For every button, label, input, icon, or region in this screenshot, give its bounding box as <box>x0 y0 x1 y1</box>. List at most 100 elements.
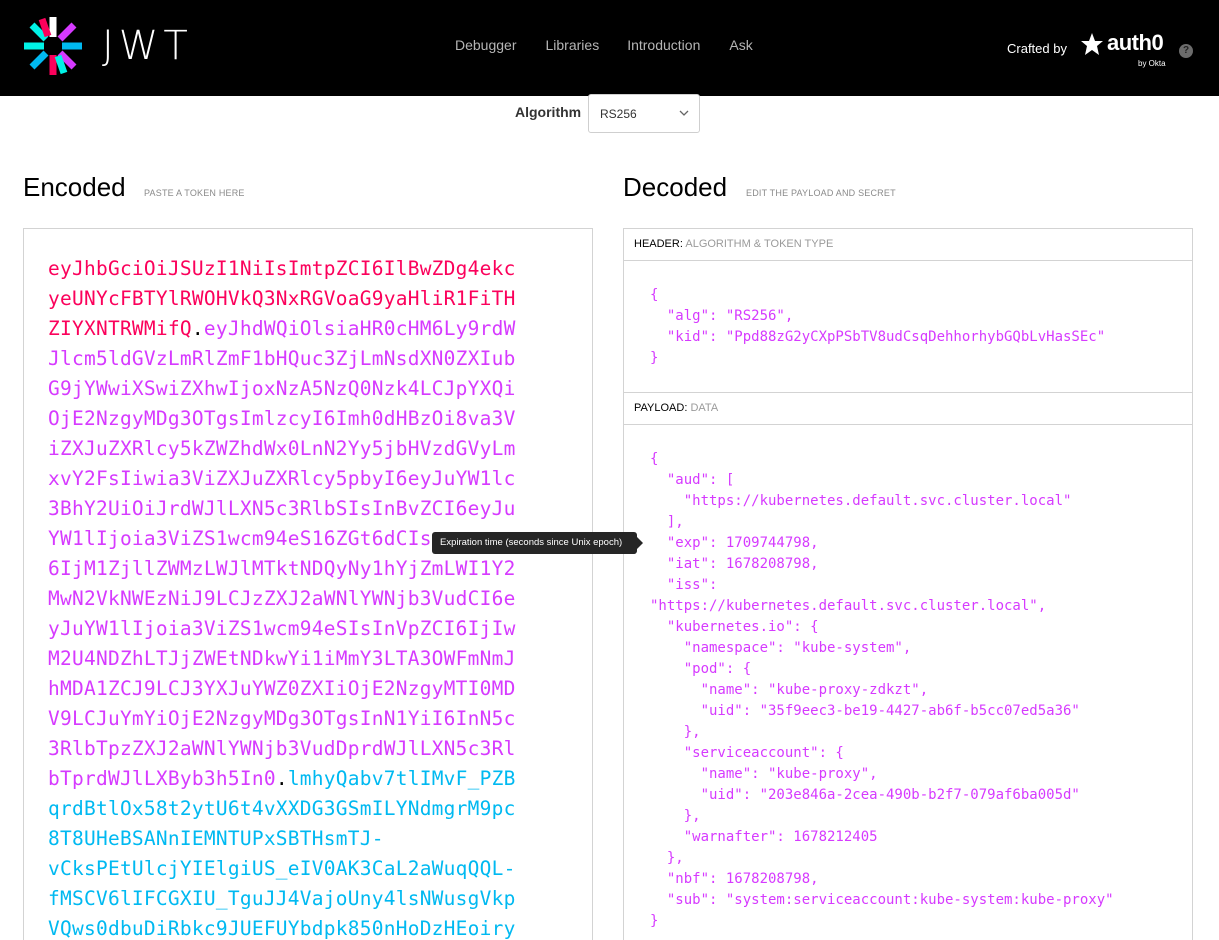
token-header-part: yeUNYcFBTYlRWOHVkQ3NxRGVoaG9yaHliR1FiTH <box>48 287 516 310</box>
encoded-line: xvY2FsIiwia3ViZXJuZXRlcy5pbyI6eyJuYW1lc <box>48 467 516 490</box>
json-line: "serviceaccount": { <box>650 745 844 761</box>
json-line: "uid": "35f9eec3-be19-4427-ab6f-b5cc07ed… <box>650 703 1080 719</box>
json-line: "nbf": 1678208798, <box>650 871 819 887</box>
chevron-down-icon <box>679 110 689 116</box>
decoded-title: Decoded <box>623 172 728 202</box>
nav-debugger[interactable]: Debugger <box>455 37 517 53</box>
json-line: }, <box>650 724 701 740</box>
nav-introduction[interactable]: Introduction <box>627 37 700 53</box>
json-line: } <box>650 350 659 366</box>
encoded-line: M2U4NDZhLTJjZWEtNDkwYi1iMmY3LTA3OWFmNmJ <box>48 647 516 670</box>
encoded-line: qrdBtlOx58t2ytU6t4vXXDG3GSmILYNdmgrM9pc <box>48 797 516 820</box>
encoded-subtitle: PASTE A TOKEN HERE <box>144 188 245 198</box>
json-line: "name": "kube-proxy", <box>650 766 878 782</box>
decoded-panel: HEADER: ALGORITHM & TOKEN TYPE { "alg": … <box>623 228 1193 940</box>
encoded-line: V9LCJuYmYiOjE2NzgyMDg3OTgsInN1YiI6InN5c <box>48 707 516 730</box>
encoded-line: fMSCV6lIFCGXIU_TguJJ4VajoUny4lsNWusgVkp <box>48 887 516 910</box>
json-line: "name": "kube-proxy-zdkzt", <box>650 682 929 698</box>
tooltip-arrow <box>637 537 643 549</box>
token-payload-part: OjE2NzgyMDg3OTgsImlzcyI6Imh0dHBzOi8va3V <box>48 407 516 430</box>
token-header-part: ZIYXNTRWMifQ <box>48 317 192 340</box>
exp-tooltip: Expiration time (seconds since Unix epoc… <box>432 532 637 554</box>
encoded-line: OjE2NzgyMDg3OTgsImlzcyI6Imh0dHBzOi8va3V <box>48 407 516 430</box>
encoded-line: ZIYXNTRWMifQ.eyJhdWQiOlsiaHR0cHM6Ly9rdW <box>48 317 516 340</box>
token-payload-part: eyJhdWQiOlsiaHR0cHM6Ly9rdW <box>203 317 516 340</box>
jwt-logo[interactable]: JWT <box>22 15 193 77</box>
token-payload-part: xvY2FsIiwia3ViZXJuZXRlcy5pbyI6eyJuYW1lc <box>48 467 516 490</box>
token-payload-part: iZXJuZXRlcy5kZWZhdWx0LnN2Yy5jbHVzdGVyLm <box>48 437 516 460</box>
json-line: "aud": [ <box>650 472 735 488</box>
nav-libraries[interactable]: Libraries <box>546 37 600 53</box>
token-payload-part: M2U4NDZhLTJjZWEtNDkwYi1iMmY3LTA3OWFmNmJ <box>48 647 516 670</box>
algorithm-select[interactable]: RS256 <box>588 94 700 133</box>
header-section-sub: ALGORITHM & TOKEN TYPE <box>685 238 834 250</box>
payload-section-sub: DATA <box>690 402 719 414</box>
crafted-by-label: Crafted by <box>1007 41 1067 56</box>
encoded-line: 8T8UHeBSANnIEMNTUPxSBTHsmTJ- <box>48 827 384 850</box>
json-line: "iat": 1678208798, <box>650 556 819 572</box>
encoded-line: yJuYW1lIjoia3ViZS1wcm94eSIsInVpZCI6IjIw <box>48 617 516 640</box>
token-payload-part: G9jYWwiXSwiZXhwIjoxNzA5NzQ0Nzk4LCJpYXQi <box>48 377 516 400</box>
auth0-wordmark: auth0 <box>1107 30 1164 55</box>
json-line: { <box>650 451 659 467</box>
encoded-line: 3BhY2UiOiJrdWJlLXN5c3RlbSIsInBvZCI6eyJu <box>48 497 516 520</box>
token-signature-part: fMSCV6lIFCGXIU_TguJJ4VajoUny4lsNWusgVkp <box>48 887 516 910</box>
payload-section-key: PAYLOAD: <box>634 402 688 414</box>
token-payload-part: 3RlbTpzZXJ2aWNlYWNjb3VudDprdWJlLXN5c3Rl <box>48 737 516 760</box>
encoded-token-editor[interactable]: eyJhbGciOiJSUzI1NiIsImtpZCI6IlBwZDg4ekc y… <box>23 228 593 940</box>
json-line: "kubernetes.io": { <box>650 619 819 635</box>
token-payload-part: 3BhY2UiOiJrdWJlLXN5c3RlbSIsInBvZCI6eyJu <box>48 497 516 520</box>
json-line: "iss": <box>650 577 718 593</box>
json-line: "https://kubernetes.default.svc.cluster.… <box>650 493 1072 509</box>
header-section-key: HEADER: <box>634 238 683 250</box>
json-line: "sub": "system:serviceaccount:kube-syste… <box>650 892 1114 908</box>
payload-section-title: PAYLOAD: DATA <box>624 393 1192 425</box>
token-payload-part: MwN2VkNWEzNiJ9LCJzZXJ2aWNlYWNjb3VudCI6e <box>48 587 516 610</box>
token-separator: . <box>275 767 288 790</box>
algorithm-label: Algorithm <box>515 104 582 120</box>
jwt-logo-icon <box>24 17 82 75</box>
json-line: }, <box>650 850 684 866</box>
token-signature-part: lmhyQabv7tlIMvF_PZB <box>287 767 516 790</box>
help-icon[interactable]: ? <box>1179 44 1193 58</box>
json-line: "warnafter": 1678212405 <box>650 829 878 845</box>
json-line: "kid": "Ppd88zG2yCXpPSbTV8udCsqDehhorhyb… <box>650 329 1106 345</box>
token-header-part: eyJhbGciOiJSUzI1NiIsImtpZCI6IlBwZDg4ekc <box>48 257 516 280</box>
auth0-shield-icon <box>1081 33 1103 55</box>
json-line: "alg": "RS256", <box>650 308 794 324</box>
json-line: "https://kubernetes.default.svc.cluster.… <box>650 598 1047 614</box>
encoded-line: eyJhbGciOiJSUzI1NiIsImtpZCI6IlBwZDg4ekc <box>48 257 516 280</box>
token-payload-part: hMDA1ZCJ9LCJ3YXJuYWZ0ZXIiOjE2NzgyMTI0MD <box>48 677 516 700</box>
nav-ask[interactable]: Ask <box>729 37 752 53</box>
token-separator: . <box>191 317 204 340</box>
encoded-line: YW1lIjoia3ViZS1wcm94eS16ZGt6dCIs <box>48 527 432 550</box>
json-line: } <box>650 913 659 929</box>
json-line: "namespace": "kube-system", <box>650 640 912 656</box>
token-payload-part: V9LCJuYmYiOjE2NzgyMDg3OTgsInN1YiI6InN5c <box>48 707 516 730</box>
encoded-line: Jlcm5ldGVzLmRlZmF1bHQuc3ZjLmNsdXN0ZXIub <box>48 347 516 370</box>
json-line: }, <box>650 808 701 824</box>
token-payload-part: bTprdWJlLXByb3h5In0 <box>48 767 276 790</box>
json-line: "uid": "203e846a-2cea-490b-b2f7-079af6ba… <box>650 787 1080 803</box>
token-payload-part: YW1lIjoia3ViZS1wcm94eS16ZGt6dCIs <box>48 527 432 550</box>
okta-label: by Okta <box>1138 59 1166 68</box>
token-payload-part: Jlcm5ldGVzLmRlZmF1bHQuc3ZjLmNsdXN0ZXIub <box>48 347 516 370</box>
token-signature-part: 8T8UHeBSANnIEMNTUPxSBTHsmTJ- <box>48 827 384 850</box>
token-payload-part: yJuYW1lIjoia3ViZS1wcm94eSIsInVpZCI6IjIw <box>48 617 516 640</box>
encoded-line: hMDA1ZCJ9LCJ3YXJuYWZ0ZXIiOjE2NzgyMTI0MD <box>48 677 516 700</box>
token-signature-part: VQws0dbuDiRbkc9JUEFUYbdpk850nHoDzHEoiry <box>48 917 516 940</box>
logo-text: JWT <box>102 23 193 69</box>
json-line: { <box>650 287 659 303</box>
encoded-line: G9jYWwiXSwiZXhwIjoxNzA5NzQ0Nzk4LCJpYXQi <box>48 377 516 400</box>
top-navbar: JWT Debugger Libraries Introduction Ask … <box>0 0 1219 96</box>
encoded-line: iZXJuZXRlcy5kZWZhdWx0LnN2Yy5jbHVzdGVyLm <box>48 437 516 460</box>
token-signature-part: vCksPEtUlcjYIElgiUS_eIV0AK3CaL2aWuqQQL- <box>48 857 516 880</box>
algorithm-selected-value: RS256 <box>600 107 637 121</box>
encoded-line: vCksPEtUlcjYIElgiUS_eIV0AK3CaL2aWuqQQL- <box>48 857 516 880</box>
encoded-line: 6IjM1ZjllZWMzLWJlMTktNDQyNy1hYjZmLWI1Y2 <box>48 557 516 580</box>
encoded-line: VQws0dbuDiRbkc9JUEFUYbdpk850nHoDzHEoiry <box>48 917 516 940</box>
encoded-line: bTprdWJlLXByb3h5In0.lmhyQabv7tlIMvF_PZB <box>48 767 516 790</box>
token-payload-part: 6IjM1ZjllZWMzLWJlMTktNDQyNy1hYjZmLWI1Y2 <box>48 557 516 580</box>
decoded-subtitle: EDIT THE PAYLOAD AND SECRET <box>746 188 896 198</box>
encoded-line: MwN2VkNWEzNiJ9LCJzZXJ2aWNlYWNjb3VudCI6e <box>48 587 516 610</box>
